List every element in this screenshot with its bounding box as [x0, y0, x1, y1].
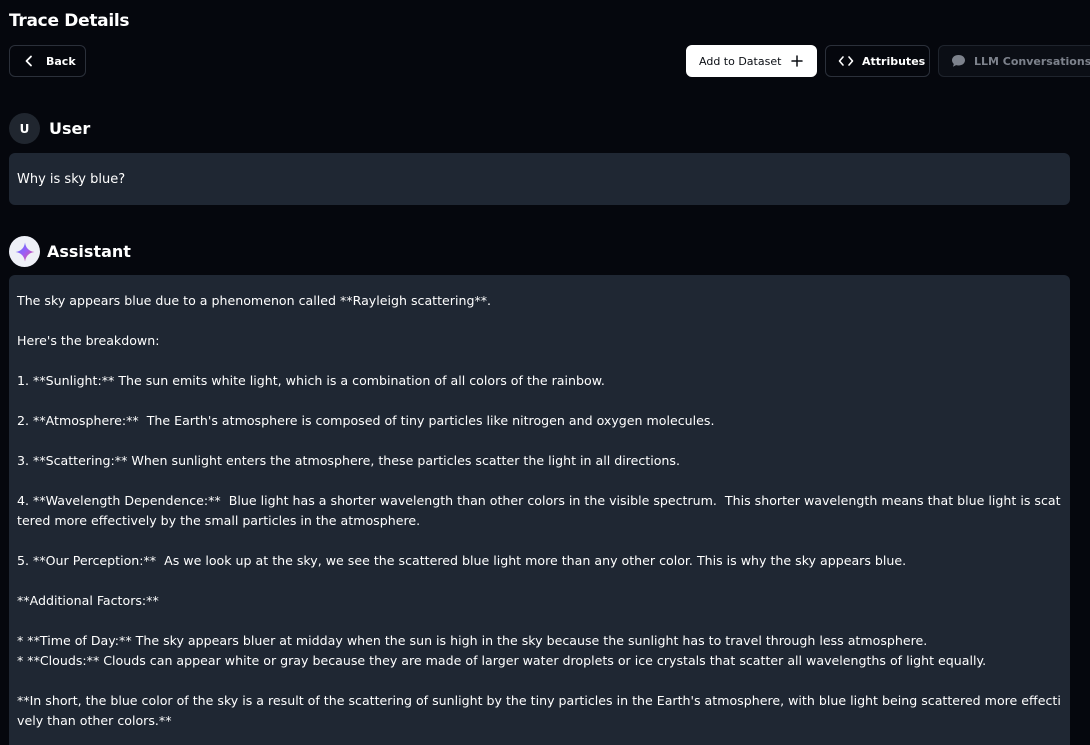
chevron-left-icon — [24, 55, 34, 67]
assistant-avatar — [9, 236, 40, 267]
user-avatar: U — [9, 113, 40, 144]
llm-conversations-label: LLM Conversations — [974, 54, 1090, 68]
attributes-label: Attributes — [862, 54, 926, 68]
chat-bubble-icon — [951, 54, 966, 68]
assistant-role-label: Assistant — [47, 242, 131, 261]
attributes-button[interactable]: Attributes — [825, 45, 930, 77]
assistant-role-header: Assistant — [9, 236, 131, 267]
user-role-label: User — [49, 119, 91, 138]
back-button[interactable]: Back — [9, 45, 86, 77]
assistant-message: The sky appears blue due to a phenomenon… — [9, 275, 1070, 745]
back-button-label: Back — [46, 54, 76, 68]
code-brackets-icon — [838, 55, 854, 67]
llm-conversations-button[interactable]: LLM Conversations — [938, 45, 1090, 77]
sparkle-icon — [14, 241, 36, 263]
page-title: Trace Details — [9, 11, 130, 31]
add-to-dataset-button[interactable]: Add to Dataset — [686, 45, 817, 77]
plus-icon — [791, 55, 804, 67]
add-to-dataset-label: Add to Dataset — [699, 54, 782, 68]
user-role-header: U User — [9, 113, 90, 144]
trace-details-page: Trace Details Back Add to Dataset Attrib… — [0, 0, 1090, 745]
user-message: Why is sky blue? — [9, 153, 1070, 205]
